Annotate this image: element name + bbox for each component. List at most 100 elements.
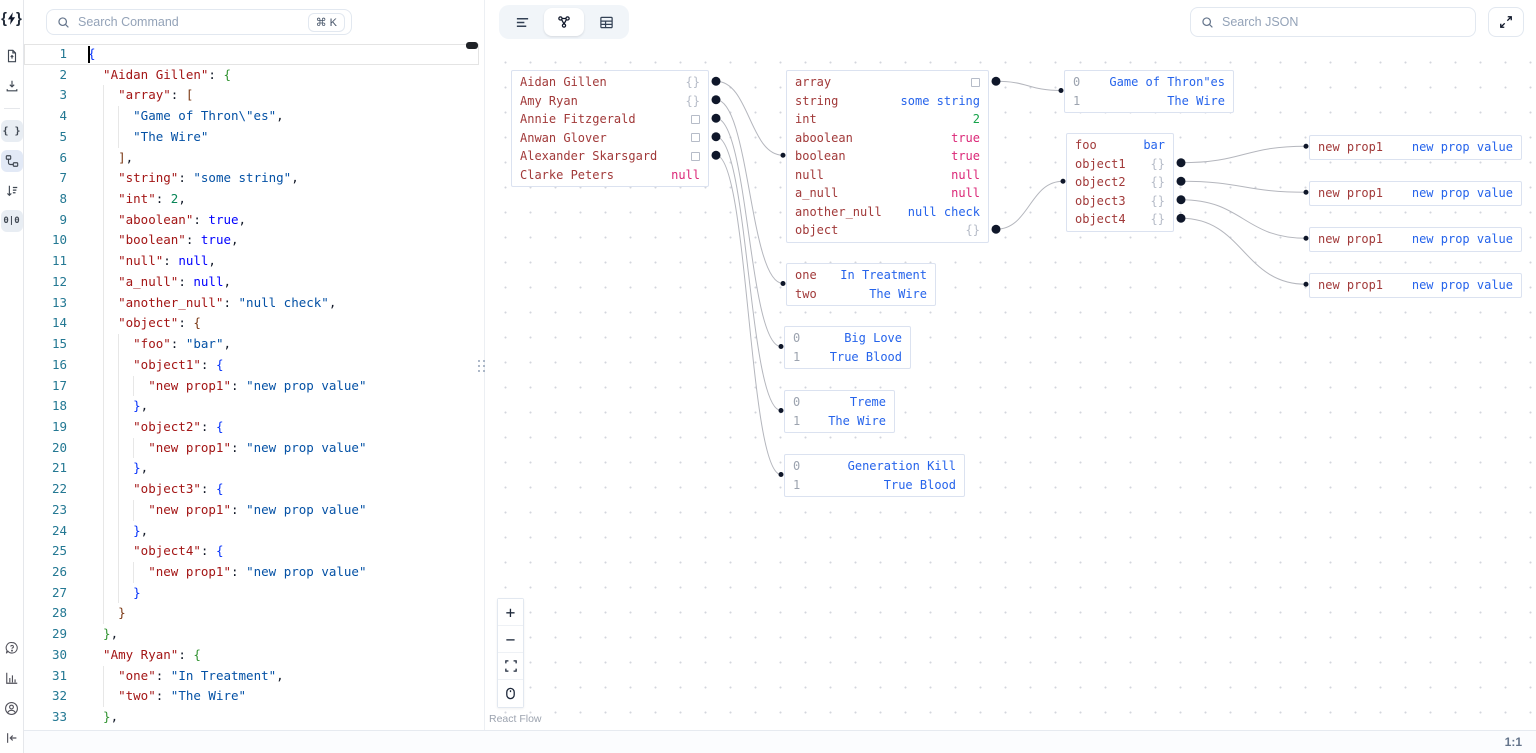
node-row[interactable]: object3{} [1067, 192, 1173, 211]
editor-line-9[interactable]: 9"aboolean": true, [24, 210, 479, 231]
bar-chart-icon[interactable] [1, 667, 23, 689]
node-row[interactable]: 1The Wire [1065, 92, 1233, 111]
help-chat-icon[interactable] [1, 637, 23, 659]
compare-zero-icon[interactable]: 0|0 [1, 210, 23, 232]
node-row[interactable]: a_nullnull [787, 184, 988, 203]
graph-node-alex[interactable]: 0Generation Kill1True Blood [784, 454, 965, 497]
graph-node-aidan-object[interactable]: foobarobject1{}object2{}object3{}object4… [1066, 133, 1174, 232]
graph-node-annie[interactable]: 0Big Love1True Blood [784, 326, 911, 369]
node-row[interactable]: another_nullnull check [787, 203, 988, 222]
search-json-box[interactable] [1190, 7, 1476, 37]
curly-braces-icon[interactable]: { } [1, 120, 23, 142]
editor-line-13[interactable]: 13"another_null": "null check", [24, 293, 479, 314]
graph-node-amy[interactable]: oneIn TreatmenttwoThe Wire [786, 263, 936, 306]
panel-resize-handle[interactable] [479, 0, 484, 730]
node-row[interactable]: 0Game of Thron"es [1065, 73, 1233, 92]
node-row[interactable]: 1True Blood [785, 348, 910, 367]
zoom-out-button[interactable]: − [498, 626, 523, 653]
file-upload-icon[interactable] [1, 45, 23, 67]
editor-line-23[interactable]: 23"new prop1": "new prop value" [24, 500, 479, 521]
sort-lines-icon[interactable] [1, 180, 23, 202]
node-row[interactable]: 0Big Love [785, 329, 910, 348]
editor-line-29[interactable]: 29}, [24, 624, 479, 645]
editor-line-20[interactable]: 20"new prop1": "new prop value" [24, 438, 479, 459]
graph-node-p3[interactable]: new prop1new prop value [1309, 227, 1522, 252]
graph-node-anwan[interactable]: 0Treme1The Wire [784, 390, 895, 433]
editor-line-6[interactable]: 6], [24, 148, 479, 169]
graph-node-aidan-array[interactable]: 0Game of Thron"es1The Wire [1064, 70, 1234, 113]
node-row[interactable]: array [787, 73, 988, 92]
node-row[interactable]: stringsome string [787, 92, 988, 111]
fullscreen-button[interactable] [1488, 7, 1524, 37]
node-row[interactable]: object2{} [1067, 173, 1173, 192]
search-json-input[interactable] [1222, 15, 1469, 29]
code-editor[interactable]: 1{2"Aidan Gillen": {3"array": [4"Game of… [24, 44, 479, 730]
node-row[interactable]: oneIn Treatment [787, 266, 935, 285]
list-view-button[interactable] [502, 8, 542, 36]
graph-node-p2[interactable]: new prop1new prop value [1309, 181, 1522, 206]
node-row[interactable]: Aidan Gillen{} [512, 73, 708, 92]
node-row[interactable]: nullnull [787, 166, 988, 185]
editor-line-1[interactable]: 1{ [24, 44, 479, 65]
editor-line-4[interactable]: 4"Game of Thron\"es", [24, 106, 479, 127]
table-view-button[interactable] [586, 8, 626, 36]
node-row[interactable]: new prop1new prop value [1310, 138, 1521, 157]
node-row[interactable]: twoThe Wire [787, 285, 935, 304]
editor-line-21[interactable]: 21}, [24, 458, 479, 479]
node-row[interactable]: 0Treme [785, 393, 894, 412]
editor-line-24[interactable]: 24}, [24, 521, 479, 542]
react-flow-attribution[interactable]: React Flow [489, 713, 542, 725]
node-row[interactable]: abooleantrue [787, 129, 988, 148]
editor-line-32[interactable]: 32"two": "The Wire" [24, 686, 479, 707]
app-logo-icon[interactable]: {} [1, 10, 22, 27]
editor-line-26[interactable]: 26"new prop1": "new prop value" [24, 562, 479, 583]
search-command-box[interactable]: ⌘ K [46, 9, 352, 35]
graph-node-p1[interactable]: new prop1new prop value [1309, 135, 1522, 160]
graph-view-button[interactable] [544, 8, 584, 36]
node-row[interactable]: Anwan Glover [512, 129, 708, 148]
node-row[interactable]: object{} [787, 221, 988, 240]
node-row[interactable]: booleantrue [787, 147, 988, 166]
node-row[interactable]: Annie Fitzgerald [512, 110, 708, 129]
node-row[interactable]: new prop1new prop value [1310, 276, 1521, 295]
node-row[interactable]: 1The Wire [785, 412, 894, 431]
editor-line-22[interactable]: 22"object3": { [24, 479, 479, 500]
node-row[interactable]: Clarke Petersnull [512, 166, 708, 185]
search-command-input[interactable] [78, 15, 300, 29]
node-row[interactable]: object4{} [1067, 210, 1173, 229]
editor-line-18[interactable]: 18}, [24, 396, 479, 417]
editor-line-10[interactable]: 10"boolean": true, [24, 230, 479, 251]
flow-tree-icon[interactable] [1, 150, 23, 172]
zoom-in-button[interactable]: + [498, 599, 523, 626]
node-row[interactable]: new prop1new prop value [1310, 230, 1521, 249]
node-row[interactable]: Alexander Skarsgard [512, 147, 708, 166]
editor-line-5[interactable]: 5"The Wire" [24, 127, 479, 148]
node-row[interactable]: int2 [787, 110, 988, 129]
editor-line-28[interactable]: 28} [24, 603, 479, 624]
editor-line-17[interactable]: 17"new prop1": "new prop value" [24, 376, 479, 397]
editor-line-12[interactable]: 12"a_null": null, [24, 272, 479, 293]
download-icon[interactable] [1, 75, 23, 97]
node-row[interactable]: foobar [1067, 136, 1173, 155]
account-icon[interactable] [1, 697, 23, 719]
editor-line-3[interactable]: 3"array": [ [24, 85, 479, 106]
editor-line-33[interactable]: 33}, [24, 707, 479, 728]
node-row[interactable]: object1{} [1067, 155, 1173, 174]
editor-line-19[interactable]: 19"object2": { [24, 417, 479, 438]
editor-line-7[interactable]: 7"string": "some string", [24, 168, 479, 189]
editor-line-27[interactable]: 27} [24, 583, 479, 604]
editor-line-15[interactable]: 15"foo": "bar", [24, 334, 479, 355]
node-row[interactable]: 0Generation Kill [785, 457, 964, 476]
editor-line-30[interactable]: 30"Amy Ryan": { [24, 645, 479, 666]
interactivity-toggle-button[interactable] [498, 680, 523, 707]
graph-node-p4[interactable]: new prop1new prop value [1309, 273, 1522, 298]
editor-line-14[interactable]: 14"object": { [24, 313, 479, 334]
graph-node-aidan[interactable]: arraystringsome stringint2abooleantruebo… [786, 70, 989, 243]
node-row[interactable]: new prop1new prop value [1310, 184, 1521, 203]
node-row[interactable]: 1True Blood [785, 476, 964, 495]
graph-node-actors[interactable]: Aidan Gillen{}Amy Ryan{}Annie Fitzgerald… [511, 70, 709, 187]
editor-line-11[interactable]: 11"null": null, [24, 251, 479, 272]
editor-line-25[interactable]: 25"object4": { [24, 541, 479, 562]
collapse-left-icon[interactable] [1, 727, 23, 749]
node-row[interactable]: Amy Ryan{} [512, 92, 708, 111]
